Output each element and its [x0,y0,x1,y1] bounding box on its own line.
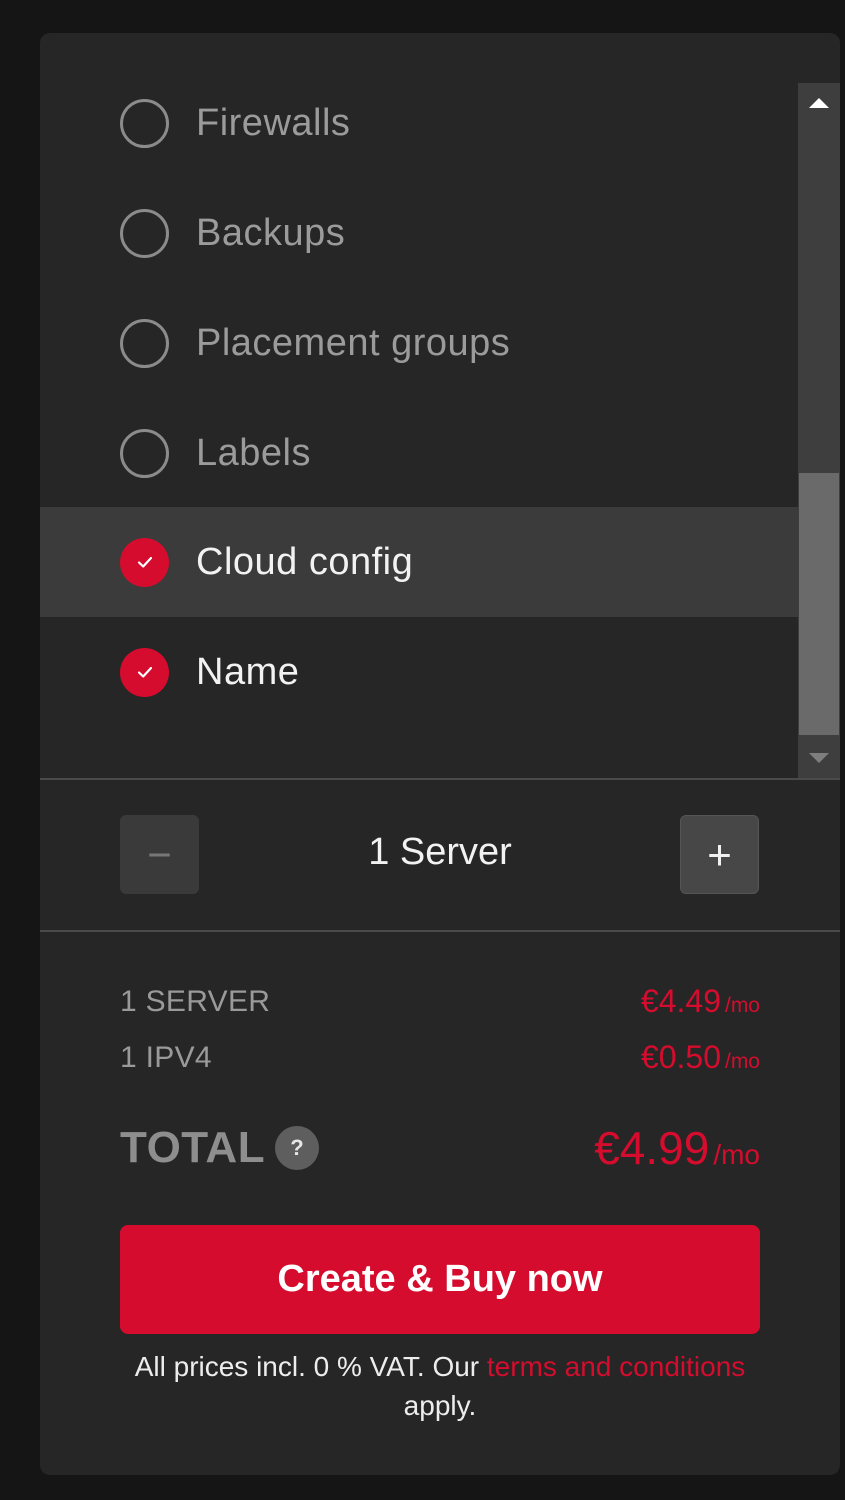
pricing-note-prefix: All prices incl. 0 % VAT. Our [134,1351,487,1382]
radio-unchecked-icon[interactable] [120,318,169,368]
option-label: Cloud config [196,540,414,583]
server-count: 1 Server [368,831,512,873]
price-label-server: 1 SERVER [120,985,271,1018]
total-amount: €4.99 [594,1122,710,1174]
terms-link[interactable]: terms and conditions [487,1351,745,1382]
price-amount: €4.49 [640,983,721,1019]
option-placement-groups[interactable]: Placement groups [40,288,798,398]
price-value-ipv4: €0.50/mo [641,1039,760,1076]
option-label: Name [196,650,300,693]
option-cloud-config[interactable]: Cloud config [40,507,798,617]
radio-unchecked-icon[interactable] [120,208,169,258]
help-icon[interactable]: ? [275,1126,319,1170]
option-label: Backups [196,211,346,254]
checkmark-icon[interactable] [120,537,169,587]
decrease-server-button[interactable]: − [120,815,199,894]
price-amount: €0.50 [640,1039,721,1075]
increase-server-button[interactable]: + [680,815,759,894]
scrollbar-thumb[interactable] [799,473,839,735]
option-firewalls[interactable]: Firewalls [40,68,798,178]
pricing-note: All prices incl. 0 % VAT. Our terms and … [120,1347,760,1425]
total-unit: /mo [713,1139,760,1170]
total-value: €4.99/mo [594,1121,760,1175]
checkmark-icon[interactable] [120,647,169,697]
option-label: Firewalls [196,101,351,144]
option-label: Labels [196,431,311,474]
price-label-ipv4: 1 IPV4 [120,1041,212,1074]
scroll-down-arrow-icon[interactable] [798,738,840,778]
scroll-up-arrow-icon[interactable] [798,83,840,123]
option-labels[interactable]: Labels [40,398,798,508]
create-buy-button[interactable]: Create & Buy now [120,1225,760,1334]
option-backups[interactable]: Backups [40,178,798,288]
divider [40,778,840,780]
pricing-note-suffix: apply. [403,1390,477,1421]
checkout-panel: Firewalls Backups Placement groups Label… [40,33,840,1475]
price-unit: /mo [724,994,760,1017]
divider [40,930,840,932]
options-list: Firewalls Backups Placement groups Label… [40,33,840,778]
option-label: Placement groups [196,321,511,364]
price-unit: /mo [724,1050,760,1073]
price-value-server: €4.49/mo [641,983,760,1020]
total-label: TOTAL [120,1123,266,1172]
scrollbar[interactable] [798,83,840,778]
radio-unchecked-icon[interactable] [120,428,169,478]
radio-unchecked-icon[interactable] [120,98,169,148]
option-name[interactable]: Name [40,617,798,727]
